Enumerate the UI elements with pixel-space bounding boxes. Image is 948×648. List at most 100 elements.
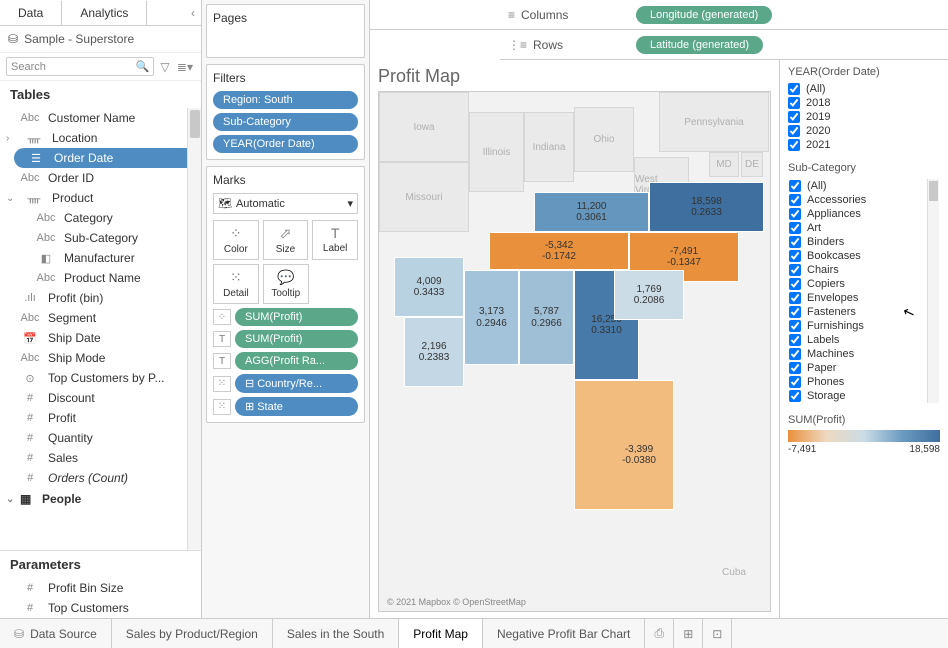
state-fl[interactable]: -3,399-0.0380 bbox=[574, 380, 674, 510]
field-product-name[interactable]: AbcProduct Name bbox=[0, 268, 201, 288]
filter-subcat-item[interactable]: Binders bbox=[789, 235, 925, 249]
tables-header: Tables bbox=[0, 81, 201, 108]
tab-sales-in-the-south[interactable]: Sales in the South bbox=[273, 619, 399, 648]
view-options-icon[interactable]: ≣▾ bbox=[177, 60, 193, 74]
field-ship-mode[interactable]: AbcShip Mode bbox=[0, 348, 201, 368]
filter-subcat-item[interactable]: Copiers bbox=[789, 277, 925, 291]
legend-max: 18,598 bbox=[909, 444, 940, 455]
map-view[interactable]: Iowa Illinois Indiana Ohio Pennsylvania … bbox=[378, 91, 771, 612]
field-category[interactable]: AbcCategory bbox=[0, 208, 201, 228]
tree-scrollbar[interactable] bbox=[187, 108, 201, 550]
bg-de: DE bbox=[741, 152, 763, 177]
filter-year-2021[interactable]: 2021 bbox=[788, 138, 940, 152]
filter-subcat-item[interactable]: Machines bbox=[789, 347, 925, 361]
param-profit-bin-size[interactable]: #Profit Bin Size bbox=[0, 578, 201, 598]
marks-color[interactable]: ⁘Color bbox=[213, 220, 259, 260]
mark-pill-state[interactable]: ⊞State bbox=[235, 397, 358, 416]
marks-label[interactable]: TLabel bbox=[312, 220, 358, 260]
filter-subcat-item[interactable]: Appliances bbox=[789, 207, 925, 221]
filter-subcat-item[interactable]: Storage bbox=[789, 389, 925, 403]
field-sub-category[interactable]: AbcSub-Category bbox=[0, 228, 201, 248]
field-sales[interactable]: #Sales bbox=[0, 448, 201, 468]
mark-pill-agg-profit-ratio[interactable]: AGG(Profit Ra... bbox=[235, 352, 358, 370]
tab-data-source[interactable]: ⛁Data Source bbox=[0, 619, 112, 648]
state-la[interactable]: 2,1960.2383 bbox=[404, 317, 464, 387]
pill-longitude[interactable]: Longitude (generated) bbox=[636, 6, 772, 24]
filter-subcat-item[interactable]: Art bbox=[789, 221, 925, 235]
pages-card[interactable]: Pages bbox=[206, 4, 365, 58]
filter-subcat-item[interactable]: Accessories bbox=[789, 193, 925, 207]
filter-subcat-item[interactable]: Envelopes bbox=[789, 291, 925, 305]
filter-year-title: YEAR(Order Date) bbox=[788, 66, 940, 78]
filter-year-2020[interactable]: 2020 bbox=[788, 124, 940, 138]
tab-profit-map[interactable]: Profit Map bbox=[399, 619, 483, 648]
pill-latitude[interactable]: Latitude (generated) bbox=[636, 36, 763, 54]
map-icon: 🗺 bbox=[218, 197, 232, 210]
field-profit-bin[interactable]: .ılıProfit (bin) bbox=[0, 288, 201, 308]
marks-card: Marks 🗺Automatic ▾ ⁘Color ⬀Size TLabel ⁙… bbox=[206, 166, 365, 423]
chevron-left-icon[interactable]: ‹ bbox=[185, 6, 201, 20]
table-people[interactable]: ⌄▦People bbox=[0, 488, 201, 510]
filter-subcat-all[interactable]: (All) bbox=[789, 179, 925, 193]
mark-pill-sum-profit-color[interactable]: SUM(Profit) bbox=[235, 308, 358, 326]
state-va[interactable]: 18,5980.2633 bbox=[649, 182, 764, 232]
filter-pill-year[interactable]: YEAR(Order Date) bbox=[213, 135, 358, 153]
parameters-header: Parameters bbox=[0, 550, 201, 578]
filter-subcat-item[interactable]: Bookcases bbox=[789, 249, 925, 263]
field-order-date[interactable]: ☰Order Date bbox=[14, 148, 197, 168]
state-sc[interactable]: 1,7690.2086 bbox=[614, 270, 684, 320]
filter-subcat-item[interactable]: Chairs bbox=[789, 263, 925, 277]
filter-pill-region[interactable]: Region: South bbox=[213, 91, 358, 109]
filter-subcat-list[interactable]: (All) Accessories Appliances Art Binders… bbox=[788, 178, 940, 404]
rows-shelf[interactable]: ⋮≡Rows Latitude (generated) bbox=[500, 30, 948, 60]
state-ms[interactable]: 3,1730.2946 bbox=[464, 270, 519, 365]
field-top-customers[interactable]: ⊙Top Customers by P... bbox=[0, 368, 201, 388]
tab-data[interactable]: Data bbox=[0, 1, 62, 25]
field-segment[interactable]: AbcSegment bbox=[0, 308, 201, 328]
filter-subcat-item[interactable]: Labels bbox=[789, 333, 925, 347]
datasource-selector[interactable]: ⛁ Sample - Superstore bbox=[0, 26, 201, 53]
bg-missouri: Missouri bbox=[379, 162, 469, 232]
field-customer-name[interactable]: AbcCustomer Name bbox=[0, 108, 201, 128]
field-quantity[interactable]: #Quantity bbox=[0, 428, 201, 448]
param-top-customers[interactable]: #Top Customers bbox=[0, 598, 201, 618]
field-manufacturer[interactable]: ◧Manufacturer bbox=[0, 248, 201, 268]
filter-subcat-item[interactable]: Furnishings bbox=[789, 319, 925, 333]
field-location[interactable]: ›ᚄLocation bbox=[0, 128, 201, 148]
field-discount[interactable]: #Discount bbox=[0, 388, 201, 408]
state-ar[interactable]: 4,0090.3433 bbox=[394, 257, 464, 317]
filter-year-2019[interactable]: 2019 bbox=[788, 110, 940, 124]
filter-icon[interactable]: ▽ bbox=[160, 60, 169, 74]
field-order-id[interactable]: AbcOrder ID bbox=[0, 168, 201, 188]
field-ship-date[interactable]: 📅Ship Date bbox=[0, 328, 201, 348]
marks-detail[interactable]: ⁙Detail bbox=[213, 264, 259, 304]
filter-subcat-item[interactable]: Phones bbox=[789, 375, 925, 389]
marks-tooltip[interactable]: 💬Tooltip bbox=[263, 264, 309, 304]
filter-year-all[interactable]: (All) bbox=[788, 82, 940, 96]
new-dashboard-button[interactable]: ⊞ bbox=[674, 619, 703, 648]
columns-shelf[interactable]: ≡Columns Longitude (generated) bbox=[500, 0, 948, 30]
tab-analytics[interactable]: Analytics bbox=[62, 1, 147, 25]
new-worksheet-button[interactable]: ⎙ bbox=[645, 619, 674, 648]
filter-subcat-item[interactable]: Paper bbox=[789, 361, 925, 375]
field-product[interactable]: ⌄ᚄProduct bbox=[0, 188, 201, 208]
marks-size[interactable]: ⬀Size bbox=[263, 220, 309, 260]
viz-title[interactable]: Profit Map bbox=[378, 66, 771, 87]
filter-year-2018[interactable]: 2018 bbox=[788, 96, 940, 110]
mark-pill-country[interactable]: ⊟Country/Re... bbox=[235, 374, 358, 393]
filter-subcat-item[interactable]: Fasteners↖ bbox=[789, 305, 925, 319]
filter-subcat-scrollbar[interactable] bbox=[927, 179, 939, 403]
tab-sales-by-product-region[interactable]: Sales by Product/Region bbox=[112, 619, 273, 648]
filter-pill-subcategory[interactable]: Sub-Category bbox=[213, 113, 358, 131]
chevron-down-icon: ▾ bbox=[347, 197, 353, 210]
new-story-button[interactable]: ⊡ bbox=[703, 619, 732, 648]
field-profit[interactable]: #Profit bbox=[0, 408, 201, 428]
tab-negative-profit[interactable]: Negative Profit Bar Chart bbox=[483, 619, 645, 648]
field-orders-count[interactable]: #Orders (Count) bbox=[0, 468, 201, 488]
marks-type-select[interactable]: 🗺Automatic ▾ bbox=[213, 193, 358, 214]
state-tn[interactable]: -5,342-0.1742 bbox=[489, 232, 629, 270]
search-input[interactable]: Search 🔍 bbox=[6, 57, 154, 76]
state-ky[interactable]: 11,2000.3061 bbox=[534, 192, 649, 232]
state-al[interactable]: 5,7870.2966 bbox=[519, 270, 574, 365]
mark-pill-sum-profit-label[interactable]: SUM(Profit) bbox=[235, 330, 358, 348]
